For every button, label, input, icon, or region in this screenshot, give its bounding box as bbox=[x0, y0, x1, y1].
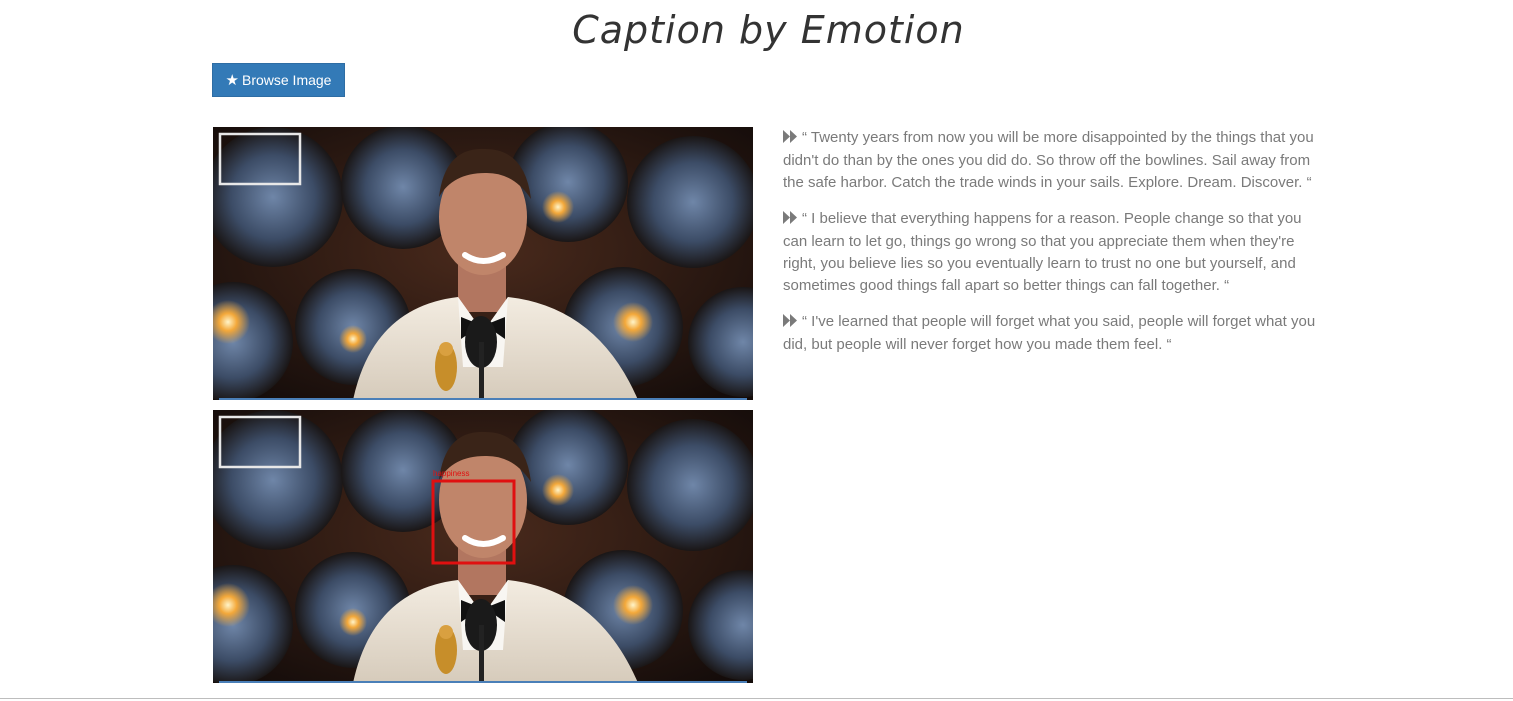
quote-item: “ Twenty years from now you will be more… bbox=[783, 127, 1328, 194]
star-icon: ★ bbox=[225, 71, 239, 89]
quote-text: “ Twenty years from now you will be more… bbox=[783, 129, 1314, 191]
quote-text: “ I believe that everything happens for … bbox=[783, 210, 1302, 294]
browse-image-label: Browse Image bbox=[241, 72, 332, 88]
image-progress-line bbox=[219, 398, 747, 400]
image-progress-line bbox=[219, 681, 747, 683]
quote-list: “ Twenty years from now you will be more… bbox=[783, 127, 1328, 370]
page-title: Caption by Emotion bbox=[572, 8, 965, 52]
face-emotion-label: happiness bbox=[433, 469, 470, 478]
quote-item: “ I believe that everything happens for … bbox=[783, 208, 1328, 297]
quote-item: “ I've learned that people will forget w… bbox=[783, 311, 1328, 356]
annotated-image: happiness bbox=[213, 410, 753, 683]
browse-image-button[interactable]: ★ Browse Image bbox=[212, 63, 345, 97]
fast-forward-icon bbox=[783, 312, 798, 334]
original-image bbox=[213, 127, 753, 400]
quote-text: “ I've learned that people will forget w… bbox=[783, 313, 1316, 353]
footer-divider bbox=[0, 698, 1513, 699]
fast-forward-icon bbox=[783, 209, 798, 231]
fast-forward-icon bbox=[783, 128, 798, 150]
